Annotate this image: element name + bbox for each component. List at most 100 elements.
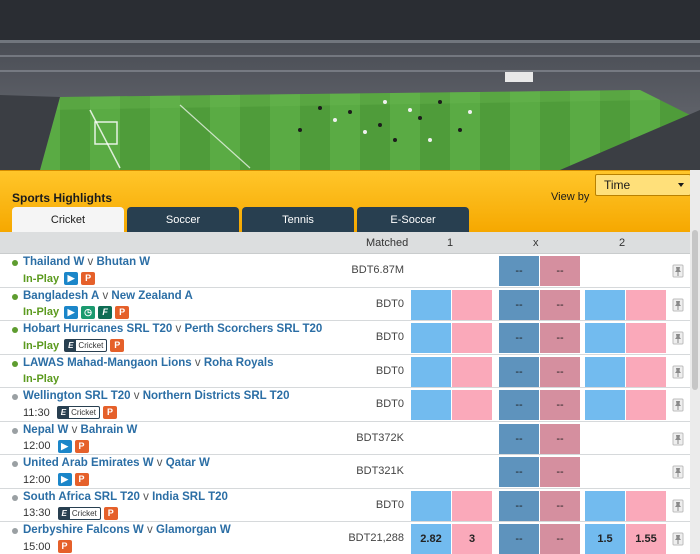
- p-icon: P: [57, 540, 72, 553]
- stadium-banner: [0, 0, 700, 170]
- tab-esoccer[interactable]: E-Soccer: [357, 207, 469, 233]
- tv-icon: ▶: [64, 272, 79, 285]
- table-row[interactable]: Nepal W v Bahrain W 12:00 ▶ P BDT372K -- --: [0, 421, 690, 455]
- cricket-badge-label: Cricket: [71, 508, 97, 518]
- lay-odds-cell[interactable]: [626, 356, 666, 387]
- back-odds-cell[interactable]: 2.82: [411, 524, 451, 554]
- lay-odds-cell[interactable]: --: [540, 457, 580, 487]
- status-dot-icon: [12, 394, 18, 400]
- lay-odds-cell[interactable]: --: [540, 423, 580, 454]
- column-header-2: 2: [619, 237, 626, 249]
- match-name-link[interactable]: Hobart Hurricanes SRL T20 v Perth Scorch…: [23, 323, 322, 335]
- versus-label: v: [172, 323, 185, 335]
- match-name-link[interactable]: Thailand W v Bhutan W: [23, 256, 150, 268]
- match-name-link[interactable]: Derbyshire Falcons W v Glamorgan W: [23, 524, 231, 536]
- match-name-link[interactable]: South Africa SRL T20 v India SRL T20: [23, 491, 228, 503]
- back-odds-cell[interactable]: --: [499, 490, 539, 521]
- back-odds-cell[interactable]: --: [499, 524, 539, 554]
- lay-odds-cell[interactable]: --: [540, 490, 580, 521]
- lay-odds-cell[interactable]: [452, 390, 492, 420]
- back-odds-cell[interactable]: [411, 289, 451, 320]
- match-name-link[interactable]: United Arab Emirates W v Qatar W: [23, 457, 210, 469]
- matched-amount: BDT372K: [356, 431, 404, 444]
- pin-icon[interactable]: [672, 298, 684, 312]
- versus-label: v: [68, 423, 81, 436]
- lay-odds-cell[interactable]: [452, 323, 492, 353]
- pin-icon[interactable]: [672, 365, 684, 379]
- back-odds-cell[interactable]: 1.5: [585, 524, 625, 554]
- lay-odds-cell[interactable]: [626, 289, 666, 320]
- pin-icon[interactable]: [672, 264, 684, 278]
- back-odds-cell[interactable]: [585, 356, 625, 387]
- pin-icon[interactable]: [672, 331, 684, 345]
- lay-odds-cell[interactable]: --: [540, 356, 580, 387]
- team-b: Qatar W: [165, 457, 210, 469]
- lay-odds-cell[interactable]: --: [540, 390, 580, 420]
- pin-icon[interactable]: [672, 398, 684, 412]
- table-row[interactable]: Bangladesh A v New Zealand A In-Play ▶ ◷ F P B…: [0, 287, 690, 321]
- matched-amount: BDT21,288: [348, 532, 404, 544]
- p-icon: P: [103, 506, 118, 520]
- lay-odds-cell[interactable]: [452, 490, 492, 521]
- back-odds-cell[interactable]: --: [499, 323, 539, 353]
- team-b: New Zealand A: [111, 289, 193, 302]
- back-odds-cell[interactable]: --: [499, 256, 539, 286]
- pin-icon[interactable]: [672, 432, 684, 446]
- match-name-link[interactable]: Bangladesh A v New Zealand A: [23, 290, 193, 302]
- back-odds-cell[interactable]: --: [499, 356, 539, 387]
- table-row[interactable]: South Africa SRL T20 v India SRL T20 13:3…: [0, 488, 690, 522]
- back-odds-cell[interactable]: [411, 490, 451, 521]
- table-row[interactable]: United Arab Emirates W v Qatar W 12:00 ▶ P B…: [0, 455, 690, 489]
- lay-odds-cell[interactable]: 3: [452, 524, 492, 554]
- match-name-link[interactable]: Nepal W v Bahrain W: [23, 424, 137, 436]
- lay-odds-cell[interactable]: --: [540, 256, 580, 286]
- pin-icon[interactable]: [672, 465, 684, 479]
- back-odds-cell[interactable]: [585, 289, 625, 320]
- table-row[interactable]: Hobart Hurricanes SRL T20 v Perth Scorch…: [0, 321, 690, 355]
- lay-odds-cell[interactable]: 1.55: [626, 524, 666, 554]
- back-odds-cell[interactable]: [411, 390, 451, 420]
- match-name-link[interactable]: Wellington SRL T20 v Northern Districts …: [23, 390, 289, 402]
- scrollbar-thumb[interactable]: [692, 230, 698, 390]
- versus-label: v: [153, 457, 166, 469]
- table-row[interactable]: Derbyshire Falcons W v Glamorgan W 15:00 P…: [0, 522, 690, 554]
- back-odds-cell[interactable]: --: [499, 457, 539, 487]
- in-play-label: In-Play: [23, 306, 60, 318]
- back-odds-cell[interactable]: [585, 390, 625, 420]
- table-row[interactable]: LAWAS Mahad-Mangaon Lions v Roha Royals I…: [0, 354, 690, 388]
- in-play-label: In-Play: [23, 372, 60, 385]
- team-b: India SRL T20: [152, 490, 228, 503]
- lay-odds-cell[interactable]: --: [540, 323, 580, 353]
- back-odds-cell[interactable]: [411, 323, 451, 353]
- status-dot-icon: [12, 427, 18, 434]
- back-odds-cell[interactable]: [585, 323, 625, 353]
- view-by-select[interactable]: Time: [595, 174, 691, 196]
- lay-odds-cell[interactable]: [452, 289, 492, 320]
- match-status: 12:00 ▶ P: [23, 439, 89, 453]
- match-name-link[interactable]: LAWAS Mahad-Mangaon Lions v Roha Royals: [23, 357, 273, 369]
- live-dot-icon: [12, 327, 18, 333]
- tab-tennis[interactable]: Tennis: [242, 207, 354, 233]
- versus-label: v: [84, 256, 97, 268]
- lay-odds-cell[interactable]: [626, 390, 666, 420]
- back-odds-cell[interactable]: --: [499, 423, 539, 454]
- lay-odds-cell[interactable]: [452, 356, 492, 387]
- lay-odds-cell[interactable]: --: [540, 524, 580, 554]
- back-odds-cell[interactable]: [585, 490, 625, 521]
- team-a: United Arab Emirates W: [23, 457, 154, 469]
- team-b: Northern Districts SRL T20: [142, 390, 290, 402]
- tab-cricket[interactable]: Cricket: [12, 207, 124, 233]
- back-odds-cell[interactable]: --: [499, 390, 539, 420]
- back-odds-cell[interactable]: --: [499, 289, 539, 320]
- lay-odds-cell[interactable]: [626, 490, 666, 521]
- scrollbar[interactable]: [690, 170, 700, 554]
- lay-odds-cell[interactable]: --: [540, 289, 580, 320]
- lay-odds-cell[interactable]: [626, 323, 666, 353]
- matched-amount: BDT6.87M: [351, 264, 404, 276]
- pin-icon[interactable]: [672, 532, 684, 546]
- table-row[interactable]: Thailand W v Bhutan W In-Play ▶ P BDT6.87M --…: [0, 254, 690, 288]
- tab-soccer[interactable]: Soccer: [127, 207, 239, 233]
- pin-icon[interactable]: [672, 499, 684, 513]
- back-odds-cell[interactable]: [411, 356, 451, 387]
- table-row[interactable]: Wellington SRL T20 v Northern Districts …: [0, 388, 690, 422]
